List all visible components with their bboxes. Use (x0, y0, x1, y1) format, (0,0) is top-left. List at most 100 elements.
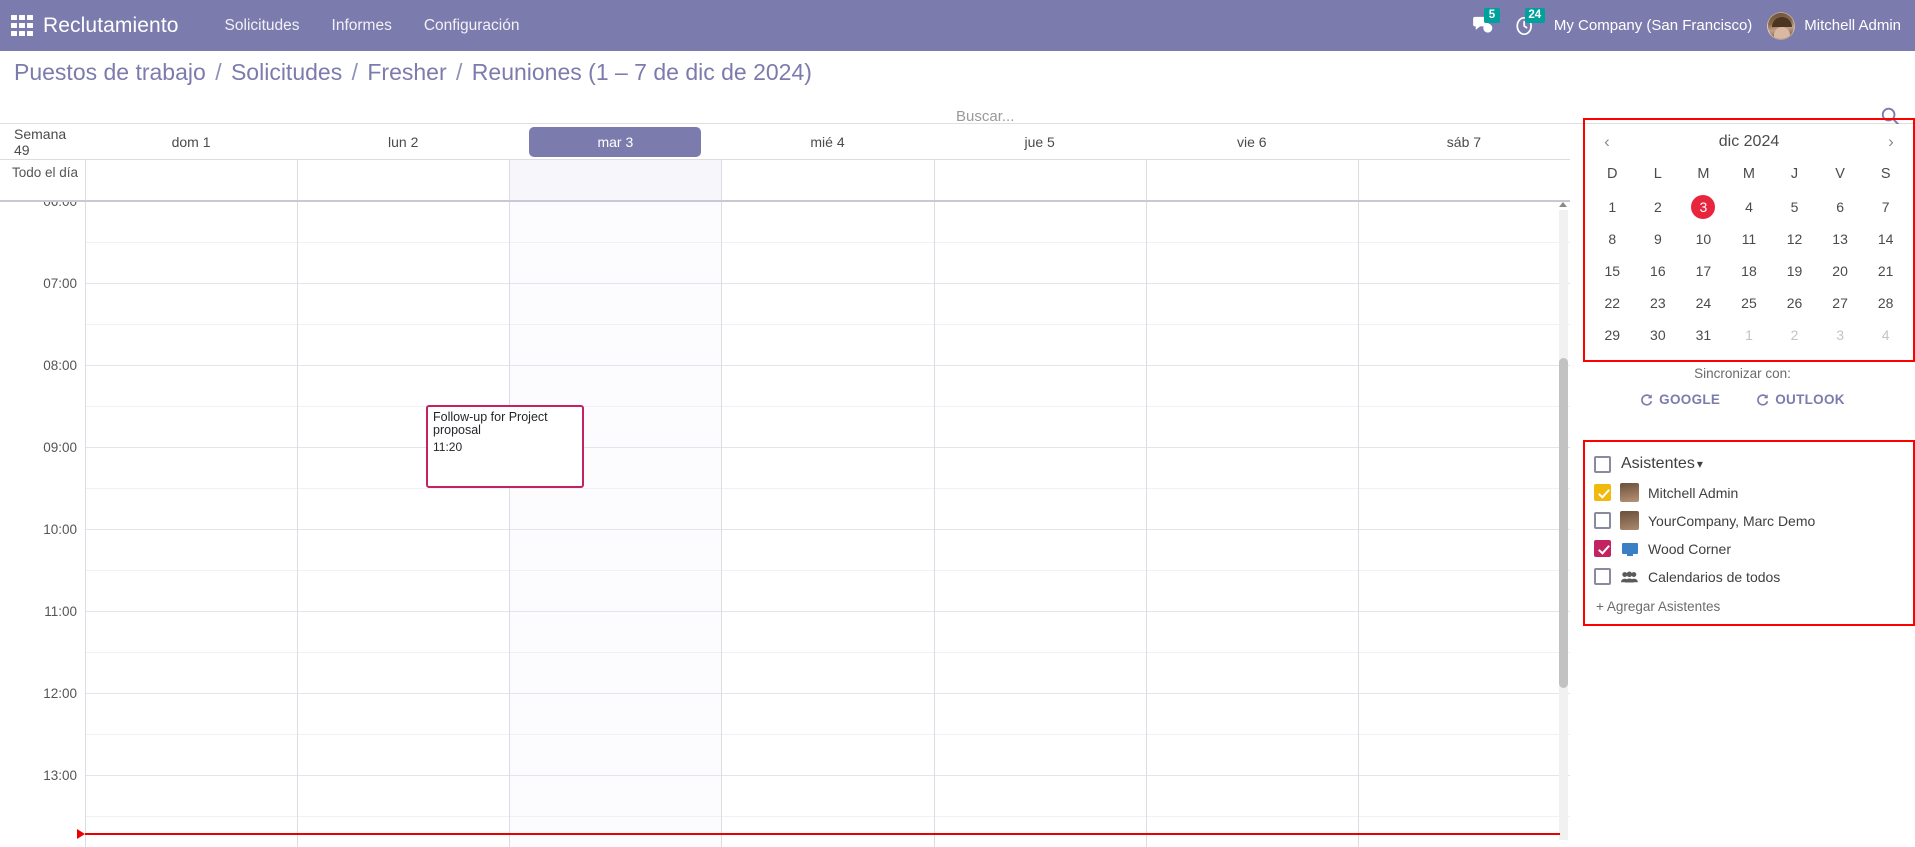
attendee-row-all-calendars[interactable]: Calendarios de todos (1594, 563, 1904, 590)
time-slot[interactable] (934, 243, 1146, 284)
time-slot[interactable] (935, 817, 1146, 847)
avatar[interactable] (1767, 11, 1796, 40)
time-slot[interactable] (86, 530, 298, 571)
mini-calendar-day[interactable]: 25 (1726, 287, 1772, 319)
user-menu[interactable]: Mitchell Admin (1804, 17, 1901, 34)
breadcrumb-item-solicitudes[interactable]: Solicitudes (231, 59, 342, 85)
mini-calendar-day[interactable]: 2 (1772, 319, 1818, 351)
all-day-cell[interactable] (933, 160, 1146, 200)
mini-calendar-day[interactable]: 21 (1863, 255, 1909, 287)
time-slot[interactable] (1358, 325, 1570, 366)
time-slot[interactable] (1146, 243, 1358, 284)
time-slot[interactable] (1146, 530, 1358, 571)
time-slot[interactable] (510, 243, 722, 284)
time-slot[interactable] (1358, 776, 1570, 817)
time-slot[interactable] (86, 612, 298, 653)
time-slot[interactable] (934, 325, 1146, 366)
day-header-link[interactable]: sáb 7 (1447, 134, 1481, 150)
company-switcher[interactable]: My Company (San Francisco) (1554, 17, 1752, 34)
time-slot[interactable] (1358, 202, 1570, 243)
day-column-jue-5[interactable] (933, 202, 1146, 847)
time-slot[interactable] (934, 284, 1146, 325)
mini-calendar-day[interactable]: 16 (1635, 255, 1681, 287)
time-slot[interactable] (298, 366, 510, 407)
time-slot[interactable] (86, 407, 298, 448)
time-slot[interactable] (1358, 448, 1570, 489)
mini-calendar-day[interactable]: 2 (1635, 191, 1681, 223)
mini-calendar-day[interactable]: 10 (1681, 223, 1727, 255)
day-header-selected-pill[interactable]: mar 3 (529, 126, 702, 157)
day-column-sáb-7[interactable] (1357, 202, 1570, 847)
time-slot[interactable] (722, 530, 934, 571)
attendee-row-mitchell-admin[interactable]: Mitchell Admin (1594, 479, 1904, 506)
time-slot[interactable] (298, 776, 510, 817)
time-slot[interactable] (1146, 366, 1358, 407)
mini-calendar-day[interactable]: 14 (1863, 223, 1909, 255)
attendee-row-marc-demo[interactable]: YourCompany, Marc Demo (1594, 507, 1904, 534)
time-slot[interactable] (1358, 530, 1570, 571)
mini-calendar-day[interactable]: 9 (1635, 223, 1681, 255)
time-slot[interactable] (298, 243, 510, 284)
mini-calendar-day[interactable]: 22 (1590, 287, 1636, 319)
mini-calendar-day[interactable]: 12 (1772, 223, 1818, 255)
time-slot[interactable] (1358, 407, 1570, 448)
time-slot[interactable] (1146, 407, 1358, 448)
time-slot[interactable] (86, 325, 298, 366)
time-slot[interactable] (86, 284, 298, 325)
mini-calendar-day[interactable]: 6 (1817, 191, 1863, 223)
day-header-link[interactable]: lun 2 (388, 134, 418, 150)
activity-menu[interactable]: 24 (1516, 7, 1545, 36)
mini-calendar-day[interactable]: 1 (1726, 319, 1772, 351)
time-slot[interactable] (1358, 366, 1570, 407)
all-day-cell[interactable] (721, 160, 933, 200)
scroll-up-arrow-icon[interactable] (1559, 202, 1567, 207)
time-slot[interactable] (722, 571, 934, 612)
menu-solicitudes[interactable]: Solicitudes (209, 0, 316, 51)
time-slot[interactable] (1146, 202, 1358, 243)
time-slot[interactable] (510, 489, 722, 530)
time-slot[interactable] (722, 653, 934, 694)
sync-outlook-button[interactable]: OUTLOOK (1756, 392, 1845, 407)
time-slot[interactable] (510, 530, 722, 571)
attendee-checkbox[interactable] (1594, 484, 1611, 501)
mini-calendar-day[interactable]: 15 (1590, 255, 1636, 287)
day-header-link[interactable]: vie 6 (1237, 134, 1267, 150)
time-slot[interactable] (722, 817, 933, 847)
time-slot[interactable] (1358, 735, 1570, 776)
time-slot[interactable] (934, 448, 1146, 489)
mini-calendar-next-button[interactable]: › (1879, 130, 1903, 154)
attendee-checkbox[interactable] (1594, 512, 1611, 529)
time-slot[interactable] (934, 407, 1146, 448)
time-slot[interactable] (934, 571, 1146, 612)
mini-calendar-day[interactable]: 26 (1772, 287, 1818, 319)
mini-calendar-day[interactable]: 29 (1590, 319, 1636, 351)
time-slot[interactable] (934, 530, 1146, 571)
mini-calendar-day[interactable]: 1 (1590, 191, 1636, 223)
time-slot[interactable] (86, 243, 298, 284)
time-slot[interactable] (86, 202, 298, 243)
time-slot[interactable] (1358, 612, 1570, 653)
time-slot[interactable] (86, 817, 297, 847)
menu-informes[interactable]: Informes (316, 0, 408, 51)
mini-calendar-day[interactable]: 8 (1590, 223, 1636, 255)
time-slot[interactable] (1146, 448, 1358, 489)
all-day-cell[interactable] (1145, 160, 1358, 200)
time-slot[interactable] (1359, 817, 1570, 847)
time-slot[interactable] (1146, 653, 1358, 694)
mini-calendar-day[interactable]: 4 (1863, 319, 1909, 351)
time-slot[interactable] (1358, 243, 1570, 284)
day-header-link[interactable]: dom 1 (172, 134, 211, 150)
day-column-dom-1[interactable] (85, 202, 298, 847)
time-slot[interactable] (298, 612, 510, 653)
time-slot[interactable] (722, 366, 934, 407)
time-slot[interactable] (86, 776, 298, 817)
time-slot[interactable] (1358, 571, 1570, 612)
sync-google-button[interactable]: GOOGLE (1640, 392, 1720, 407)
time-slot[interactable] (722, 243, 934, 284)
time-slot[interactable] (934, 489, 1146, 530)
attendee-checkbox[interactable] (1594, 568, 1611, 585)
time-slot[interactable] (722, 735, 934, 776)
time-slot[interactable] (298, 735, 510, 776)
time-slot[interactable] (1146, 612, 1358, 653)
time-slot[interactable] (1146, 571, 1358, 612)
